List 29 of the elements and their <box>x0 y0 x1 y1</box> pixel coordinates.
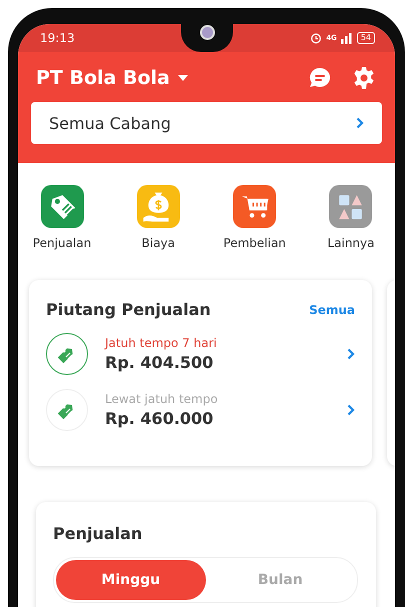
alarm-icon <box>310 32 322 44</box>
company-selector[interactable]: PT Bola Bola <box>36 67 188 89</box>
battery-level: 54 <box>356 32 375 44</box>
receivable-row[interactable]: Jatuh tempo 7 hari Rp. 404.500 <box>46 333 355 375</box>
settings-icon[interactable] <box>352 66 376 90</box>
chat-icon[interactable] <box>308 66 332 90</box>
tag-icon <box>46 333 88 375</box>
receivable-row[interactable]: Lewat jatuh tempo Rp. 460.000 <box>46 389 355 431</box>
shortcut-button[interactable]: Biaya <box>118 185 198 250</box>
amount: Rp. 404.500 <box>105 353 214 372</box>
card-title: Piutang Penjualan <box>46 300 211 319</box>
period-tab[interactable]: Minggu <box>56 560 206 600</box>
signal-icon <box>340 32 353 44</box>
shortcut-button[interactable]: Pembelian <box>214 185 295 250</box>
amount: Rp. 460.000 <box>105 409 214 428</box>
shortcut-button[interactable]: Penjualan <box>22 185 102 250</box>
chevron-right-icon <box>347 404 355 416</box>
due-label: Lewat jatuh tempo <box>105 392 219 406</box>
chevron-right-icon <box>347 348 355 360</box>
camera-icon <box>200 25 214 40</box>
caret-icon <box>178 75 188 81</box>
card-title: Penjualan <box>53 524 142 543</box>
branch-selector[interactable]: Semua Cabang <box>31 102 382 144</box>
tag-icon <box>46 389 88 431</box>
see-all-link[interactable]: Semua <box>309 302 355 316</box>
status-time: 19:13 <box>40 31 75 45</box>
due-label: Jatuh tempo 7 hari <box>105 336 218 350</box>
chevron-right-icon <box>356 117 364 129</box>
shortcut-button[interactable]: Lainnya <box>310 185 391 250</box>
